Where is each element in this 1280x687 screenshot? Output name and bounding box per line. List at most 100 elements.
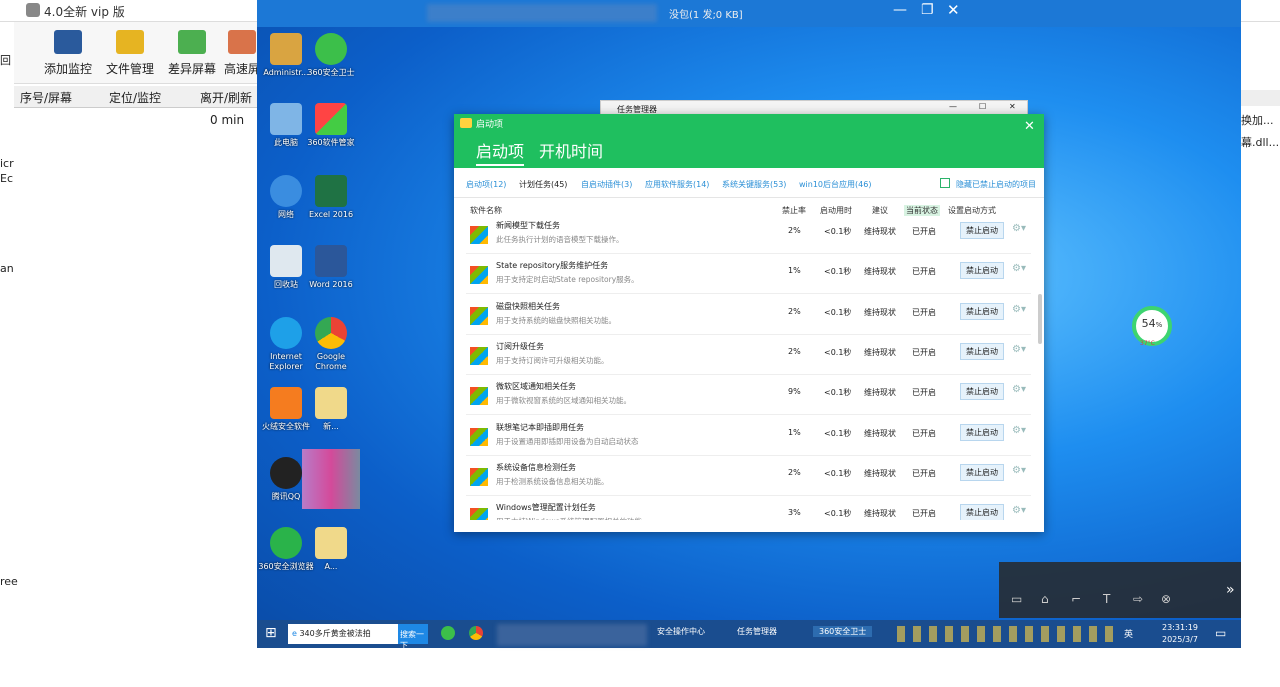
hide-disabled-checkbox[interactable] — [940, 178, 950, 188]
subtab-app-services[interactable]: 应用软件服务(14) — [645, 179, 709, 190]
close-icon[interactable]: ✕ — [947, 1, 960, 19]
pin-icon[interactable]: ⌂ — [1041, 592, 1049, 606]
left-edge-panel: 回 icr Ec an ree — [0, 22, 18, 672]
gear-icon[interactable]: ⚙▾ — [1012, 344, 1026, 355]
gear-icon[interactable]: ⚙▾ — [1012, 223, 1026, 234]
360-taskbar-icon[interactable] — [441, 626, 455, 640]
language-indicator[interactable]: 英 — [1124, 627, 1133, 640]
subtab-plugins[interactable]: 自启动插件(3) — [581, 179, 632, 190]
clock-time: 23:31:19 — [1162, 623, 1198, 632]
subtab-startup[interactable]: 启动项(12) — [466, 179, 506, 190]
start-time: <0.1秒 — [824, 468, 852, 478]
desktop-icon-360[interactable]: 360安全卫士 — [302, 33, 360, 78]
minimize-icon[interactable]: — — [893, 2, 907, 18]
disable-rate: 2% — [788, 346, 801, 356]
tray-icons[interactable] — [897, 626, 1117, 642]
ie-icon — [270, 317, 302, 349]
tab-startup[interactable]: 启动项 — [476, 138, 525, 166]
gear-icon[interactable]: ⚙▾ — [1012, 505, 1026, 516]
edge-label: Ec — [0, 172, 13, 185]
gear-icon[interactable]: ⚙▾ — [1012, 304, 1026, 315]
desktop-icon-word[interactable]: Word 2016 — [302, 245, 360, 290]
taskbar-item-security[interactable]: 安全操作中心 — [657, 626, 705, 637]
task-row[interactable]: Windows管理配置计划任务用于支持Windows系统管理配置相关的功能。 3%… — [466, 496, 1031, 520]
icon-label: 网络 — [278, 210, 294, 219]
export-icon[interactable]: ⇨ — [1133, 592, 1143, 606]
desktop-icon-a[interactable]: A... — [302, 527, 360, 572]
screen-icon — [228, 30, 256, 54]
close-icon[interactable]: ✕ — [1009, 102, 1016, 111]
task-row[interactable]: 订阅升级任务 用于支持订阅许可升级相关功能。 2% <0.1秒 维持现状 已开启 禁止启动 ⚙… — [466, 335, 1031, 375]
diff-screen-button[interactable]: 差异屏幕 — [162, 28, 222, 77]
task-row[interactable]: 磁盘快照相关任务 用于支持系统的磁盘快照相关功能。 2% <0.1秒 维持现状 已开启 禁止… — [466, 295, 1031, 335]
table-row[interactable]: 0 min — [14, 110, 264, 130]
chat-icon[interactable]: ▭ — [1011, 592, 1022, 606]
column-header[interactable]: 定位/监控 — [109, 89, 161, 106]
button-label: 添加监控 — [43, 62, 92, 76]
text-icon[interactable]: T — [1103, 592, 1110, 606]
disable-start-button[interactable]: 禁止启动 — [960, 504, 1004, 520]
taskbar-search[interactable]: e 340多斤黄金被法拍 — [288, 624, 398, 644]
desktop-icon-chrome[interactable]: Google Chrome — [302, 317, 360, 372]
task-desc: 此任务执行计划的语音模型下载操作。 — [496, 235, 624, 244]
disable-start-button[interactable]: 禁止启动 — [960, 302, 1004, 320]
add-monitor-button[interactable]: 添加监控 — [38, 28, 98, 77]
disable-start-button[interactable]: 禁止启动 — [960, 222, 1004, 239]
task-row[interactable]: 微软区域通知相关任务 用于微软视窗系统的区域通知相关功能。 9% <0.1秒 维持现状 已… — [466, 375, 1031, 416]
disable-start-button[interactable]: 禁止启动 — [960, 463, 1004, 481]
column-header[interactable]: 离开/刷新 — [200, 89, 252, 106]
disable-start-button[interactable]: 禁止启动 — [960, 342, 1004, 360]
advice: 维持现状 — [864, 227, 896, 236]
advice: 维持现状 — [864, 307, 896, 317]
subtab-system-services[interactable]: 系统关键服务(53) — [722, 179, 786, 190]
disable-rate: 1% — [788, 266, 801, 276]
gear-icon[interactable]: ⚙▾ — [1012, 425, 1026, 436]
task-row[interactable]: State repository服务维护任务 用于支持定时启动State repo… — [466, 254, 1031, 295]
desktop-icon-excel[interactable]: Excel 2016 — [302, 175, 360, 220]
disable-start-button[interactable]: 禁止启动 — [960, 423, 1004, 441]
task-row[interactable]: 系统设备信息检测任务 用于检测系统设备信息相关功能。 2% <0.1秒 维持现状 已开启 禁… — [466, 456, 1031, 496]
disable-rate: 1% — [788, 427, 801, 437]
maximize-icon[interactable]: ☐ — [979, 102, 986, 111]
subtab-win10-apps[interactable]: win10后台应用(46) — [799, 179, 871, 190]
close-icon[interactable]: ⊗ — [1161, 592, 1171, 606]
notification-icon[interactable]: ▭ — [1215, 626, 1226, 640]
desktop-icon-new[interactable]: 新... — [302, 387, 360, 432]
gear-icon[interactable]: ⚙▾ — [1012, 263, 1026, 274]
search-button[interactable]: 搜索一下 — [398, 624, 428, 650]
taskbar-item-360[interactable]: 360安全卫士 — [813, 626, 873, 637]
task-desc: 用于设置通用即插即用设备为自动启动状态 — [496, 436, 639, 446]
expand-arrow-icon[interactable]: » — [1226, 582, 1235, 598]
disable-start-button[interactable]: 禁止启动 — [960, 383, 1004, 401]
search-text: 340多斤黄金被法拍 — [299, 629, 371, 638]
column-header[interactable]: 序号/屏幕 — [20, 89, 72, 106]
highspeed-screen-button[interactable]: 高速屏 — [222, 28, 262, 77]
desktop-icon-360soft[interactable]: 360软件管家 — [302, 103, 360, 148]
scrollbar[interactable] — [1038, 294, 1042, 344]
minimize-icon[interactable]: — — [949, 102, 957, 111]
chrome-taskbar-icon[interactable] — [469, 626, 483, 640]
edge-label: 换加... — [1241, 114, 1274, 127]
gear-icon[interactable]: ⚙▾ — [1012, 384, 1026, 395]
windows-logo-icon — [470, 306, 488, 325]
memory-gauge[interactable]: 54% 37°C — [1132, 306, 1172, 347]
icon-label: 腾讯QQ — [271, 492, 301, 501]
clock[interactable]: 23:31:19 2025/3/7 — [1162, 622, 1198, 646]
desktop-icon-blurred[interactable] — [302, 449, 360, 512]
start-time: <0.1秒 — [824, 307, 852, 317]
file-manage-button[interactable]: 文件管理 — [100, 28, 160, 77]
close-icon[interactable]: ✕ — [1024, 119, 1035, 134]
advice: 维持现状 — [864, 468, 896, 478]
taskbar-item-taskmgr[interactable]: 任务管理器 — [737, 626, 777, 637]
task-row[interactable]: 联想笔记本即插即用任务 用于设置通用即插即用设备为自动启动状态 1% <0.1秒 维持现… — [466, 416, 1031, 456]
windows-start-icon[interactable]: ⊞ — [265, 625, 277, 641]
subtab-scheduled[interactable]: 计划任务(45) — [519, 179, 567, 190]
disable-start-button[interactable]: 禁止启动 — [960, 262, 1004, 280]
restore-icon[interactable]: ❐ — [921, 2, 934, 18]
task-row[interactable]: 新闻模型下载任务 此任务执行计划的语音模型下载操作。 2% <0.1秒 维持现状 已开启 禁… — [466, 214, 1031, 254]
key-icon[interactable]: ⌐ — [1071, 592, 1081, 606]
gear-icon[interactable]: ⚙▾ — [1012, 465, 1026, 476]
qq-penguin-icon — [270, 457, 302, 489]
tab-boot-time[interactable]: 开机时间 — [539, 138, 603, 162]
windows-logo-icon — [470, 427, 488, 446]
